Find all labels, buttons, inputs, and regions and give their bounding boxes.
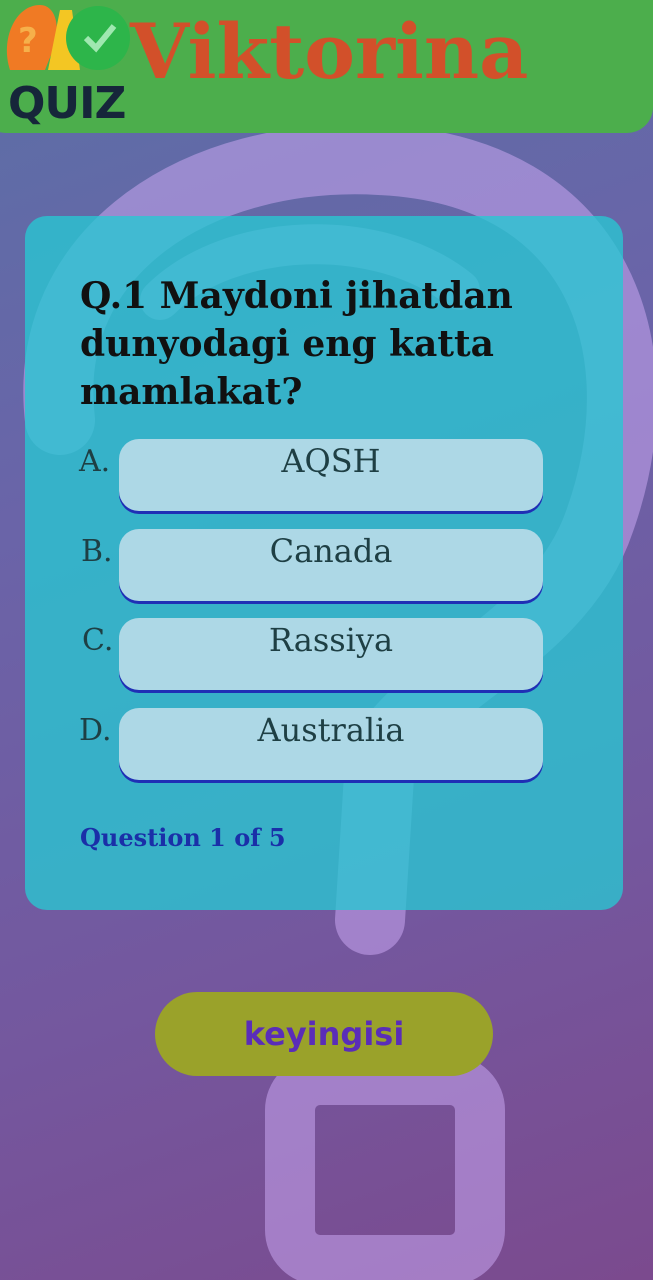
logo-text: QUIZ xyxy=(8,78,126,129)
app-title: Viktorina xyxy=(130,7,529,96)
option-b-letter: B. xyxy=(81,534,113,569)
svg-text:?: ? xyxy=(18,21,38,61)
option-a-letter: A. xyxy=(79,444,111,479)
option-d-letter: D. xyxy=(79,713,112,748)
option-d-button[interactable]: Australia xyxy=(119,708,543,780)
option-a-button[interactable]: AQSH xyxy=(119,439,543,511)
question-progress: Question 1 of 5 xyxy=(80,823,286,852)
option-c-letter: C. xyxy=(82,623,114,658)
question-text: Q.1 Maydoni jihatdan dunyodagi eng katta… xyxy=(80,275,513,413)
option-b-button[interactable]: Canada xyxy=(119,529,543,601)
next-button[interactable]: keyingisi xyxy=(155,992,493,1076)
option-c-button[interactable]: Rassiya xyxy=(119,618,543,690)
